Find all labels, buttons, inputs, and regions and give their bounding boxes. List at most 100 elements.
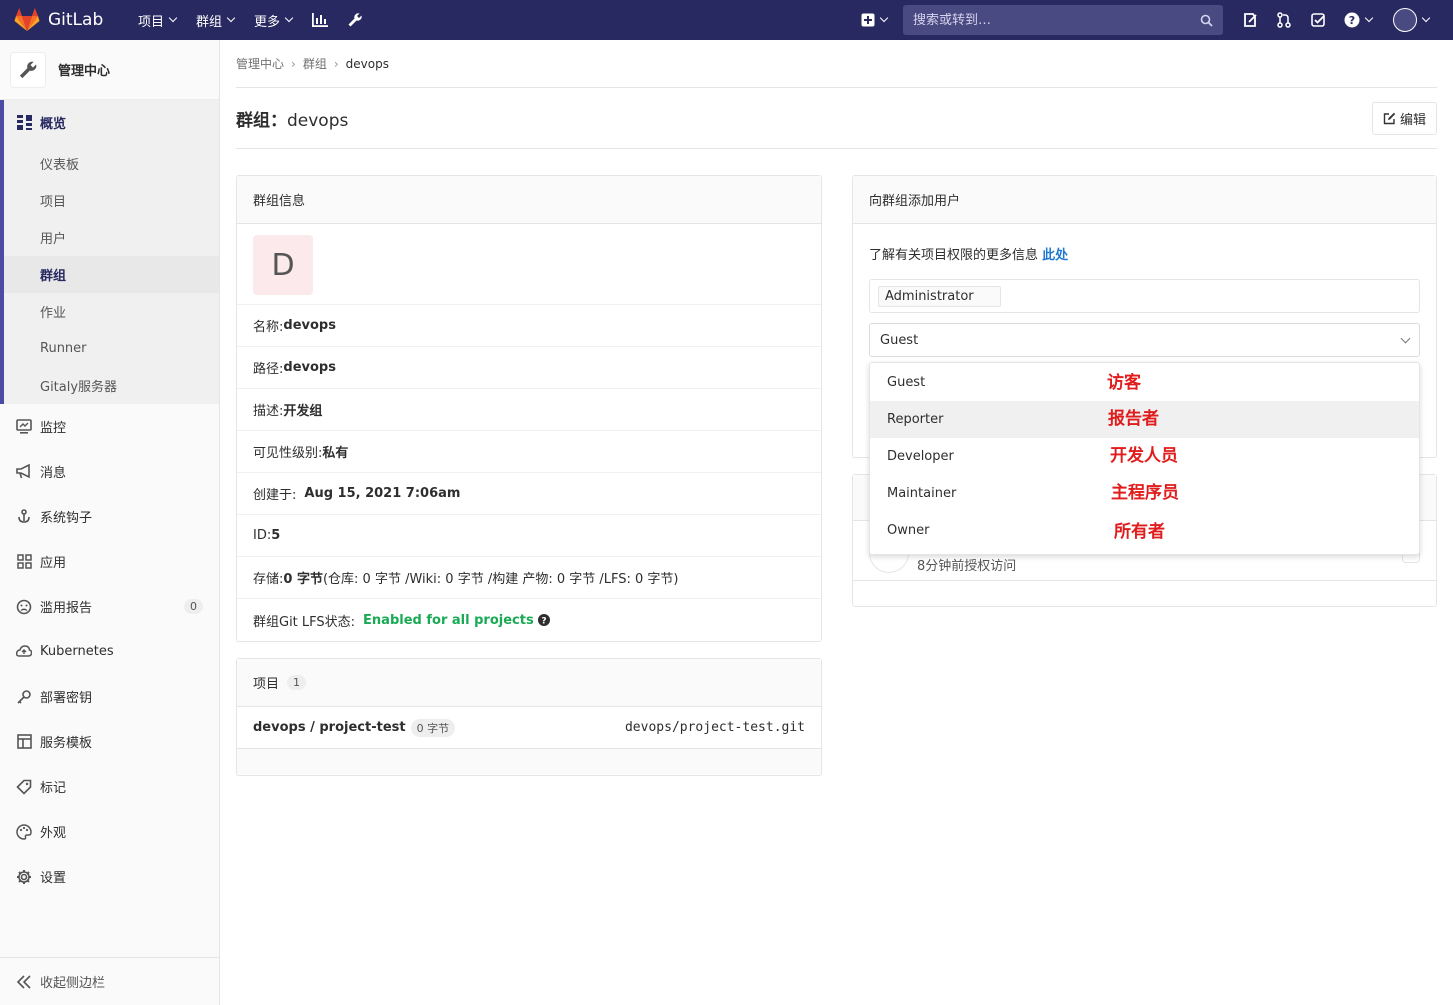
label-icon [16,779,32,795]
project-name-link[interactable]: devops / project-test [253,720,406,735]
option-label: Maintainer [887,486,957,501]
page-header: 群组：devops 编辑 [236,88,1437,149]
breadcrumb: 管理中心 › 群组 › devops [236,40,1437,88]
kubernetes-icon [16,644,32,660]
user-menu[interactable] [1381,8,1453,32]
sidebar-item-settings[interactable]: 设置 [0,854,219,899]
group-visibility-row: 可见性级别: 私有 [237,431,821,473]
name-label: 名称: [253,320,284,335]
todo-icon [1311,13,1325,27]
nav-projects-label: 项目 [138,14,165,30]
merge-requests-button[interactable] [1267,0,1301,40]
chevron-down-icon [1400,333,1411,343]
sidebar-item-label: 消息 [40,466,67,481]
sidebar-item-system-hooks[interactable]: 系统钩子 [0,494,219,539]
merge-request-icon [1277,12,1291,28]
sidebar-section-overview: 概览 仪表板 项目 用户 群组 作业 Runner Gitaly服务器 [0,100,219,404]
access-level-select[interactable]: Guest [869,323,1420,357]
visibility-label: 可见性级别: [253,446,323,461]
chevron-right-icon: › [333,56,339,71]
sidebar-item-runners[interactable]: Runner [4,330,219,367]
sidebar-item-overview[interactable]: 概览 [4,100,219,145]
created-label: 创建于: [253,488,297,503]
option-label: Developer [887,449,954,464]
sidebar-item-users[interactable]: 用户 [4,219,219,256]
activity-chart-button[interactable] [302,0,338,40]
gitlab-home-link[interactable]: GitLab [0,8,118,32]
search-box[interactable] [903,5,1223,35]
sidebar-header[interactable]: 管理中心 [0,40,219,100]
option-annotation: 开发人员 [1110,446,1178,466]
sidebar-item-deploy-keys[interactable]: 部署密钥 [0,674,219,719]
sidebar-item-projects[interactable]: 项目 [4,182,219,219]
sidebar-item-appearance[interactable]: 外观 [0,809,219,854]
sidebar-item-groups[interactable]: 群组 [4,256,219,293]
option-label: Guest [887,375,926,390]
new-item-button[interactable] [855,0,893,40]
edit-group-button[interactable]: 编辑 [1371,101,1437,135]
todos-button[interactable] [1301,0,1335,40]
sidebar-item-label: 设置 [40,871,67,886]
permissions-info: 了解有关项目权限的更多信息 此处 [869,244,1420,263]
option-maintainer[interactable]: Maintainer 主程序员 [870,475,1419,512]
access-level-value: Guest [880,332,919,348]
sidebar-item-service-templates[interactable]: 服务模板 [0,719,219,764]
wrench-icon [348,13,362,27]
admin-area-button[interactable] [338,0,372,40]
option-owner[interactable]: Owner 所有者 [870,512,1419,549]
sidebar-item-label: 服务模板 [40,736,93,751]
group-name-row: 名称: devops [237,305,821,347]
issues-button[interactable] [1233,0,1267,40]
template-icon [16,734,32,750]
chart-icon [312,13,329,27]
projects-header: 项目 1 [237,659,821,707]
option-reporter[interactable]: Reporter 报告者 [870,401,1419,438]
selected-user-token[interactable]: Administrator [878,285,1001,307]
description-label: 描述: [253,404,284,419]
settings-icon [16,869,32,885]
page-title-prefix: 群组： [236,110,287,131]
group-description-row: 描述: 开发组 [237,389,821,431]
nav-projects-menu[interactable]: 项目 [128,0,186,40]
sidebar-item-gitaly-servers[interactable]: Gitaly服务器 [4,367,219,404]
breadcrumb-groups[interactable]: 群组 [303,55,327,72]
sidebar-item-label: 应用 [40,556,67,571]
sidebar-item-labels[interactable]: 标记 [0,764,219,809]
breadcrumb-current[interactable]: devops [346,57,389,71]
option-guest[interactable]: Guest 访客 [870,364,1419,401]
sidebar-item-abuse-reports[interactable]: 滥用报告 0 [0,584,219,629]
main-content: 管理中心 › 群组 › devops 群组：devops 编辑 [236,40,1437,149]
sidebar-item-label: 外观 [40,826,67,841]
user-avatar [1393,8,1417,32]
group-id-row: ID: 5 [237,515,821,557]
breadcrumb-admin[interactable]: 管理中心 [236,55,284,72]
group-storage-row: 存储: 0 字节 (仓库: 0 字节 /Wiki: 0 字节 /构建 产物: 0… [237,557,821,599]
admin-avatar [10,51,46,88]
sidebar-item-applications[interactable]: 应用 [0,539,219,584]
search-input[interactable] [913,12,1183,28]
option-developer[interactable]: Developer 开发人员 [870,438,1419,475]
permissions-help-link[interactable]: 此处 [1042,248,1068,263]
option-label: Reporter [887,412,944,427]
collapse-sidebar-button[interactable]: 收起侧边栏 [0,957,219,1005]
user-select-input[interactable]: Administrator [869,279,1420,313]
description-value: 开发组 [283,404,323,419]
projects-card: 项目 1 devops / project-test 0 字节 devops/p… [236,658,822,776]
group-info-header: 群组信息 [237,176,821,224]
sidebar-item-kubernetes[interactable]: Kubernetes [0,629,219,674]
option-annotation: 所有者 [1114,522,1165,542]
option-annotation: 主程序员 [1111,483,1179,503]
group-info-card: 群组信息 D 名称: devops 路径: devops 描述: 开发组 可见性… [236,175,822,642]
question-circle-icon[interactable]: ? [537,614,550,626]
sidebar-item-dashboard[interactable]: 仪表板 [4,145,219,182]
option-annotation: 报告者 [1108,409,1159,429]
help-menu[interactable]: ? [1335,0,1381,40]
sidebar-item-jobs[interactable]: 作业 [4,293,219,330]
id-value: 5 [271,528,281,543]
nav-more-menu[interactable]: 更多 [244,0,302,40]
sidebar-item-messages[interactable]: 消息 [0,449,219,494]
nav-groups-menu[interactable]: 群组 [186,0,244,40]
access-level-dropdown: Guest 访客 Reporter 报告者 Developer 开发人员 Mainta… [869,362,1420,555]
search-icon [1200,14,1213,27]
sidebar-item-monitoring[interactable]: 监控 [0,404,219,449]
